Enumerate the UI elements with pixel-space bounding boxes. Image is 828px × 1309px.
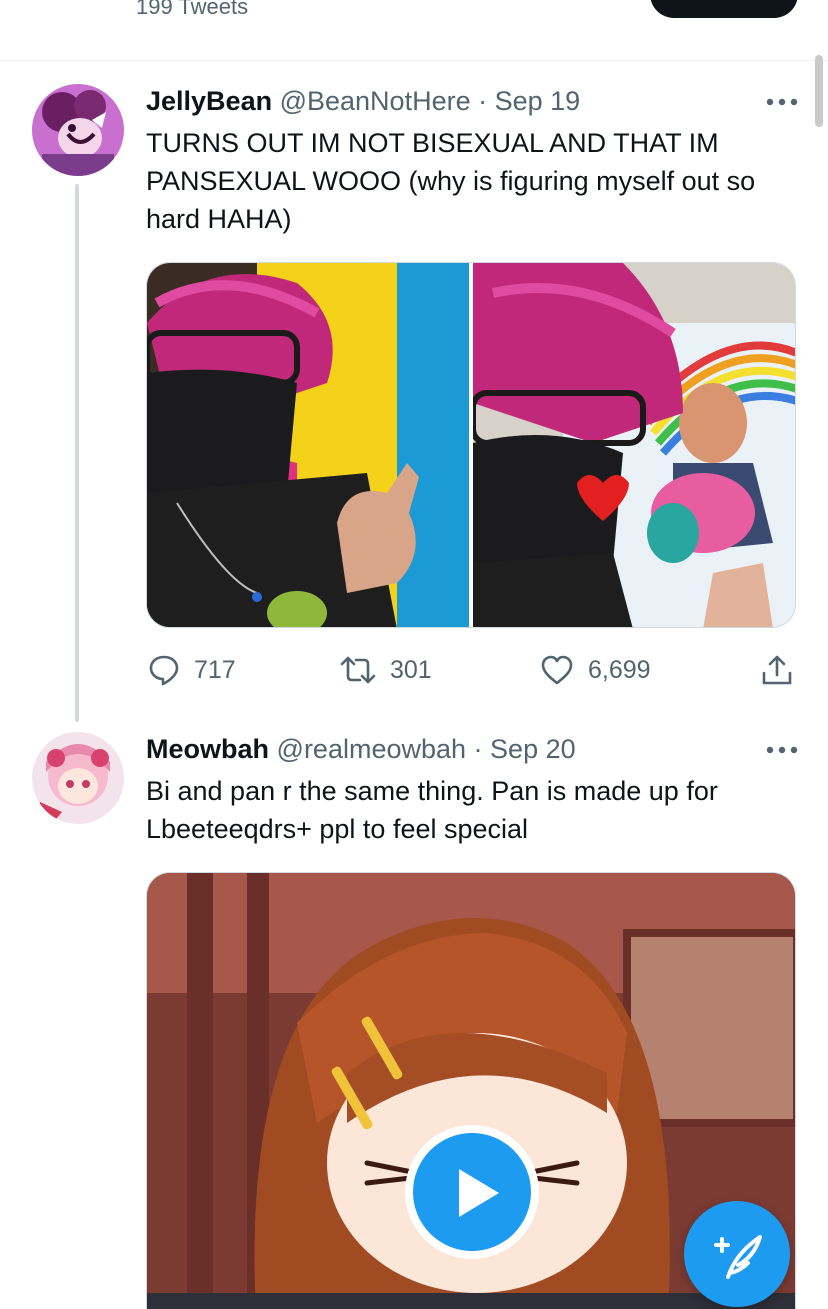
play-icon xyxy=(413,1133,531,1251)
share-icon xyxy=(762,655,792,685)
tweet-photo[interactable] xyxy=(147,263,469,627)
scrollbar[interactable] xyxy=(815,55,823,127)
like-count: 6,699 xyxy=(588,655,651,684)
more-icon[interactable] xyxy=(762,92,802,112)
reply-button[interactable]: 717 xyxy=(148,650,236,690)
tweet-date[interactable]: Sep 19 xyxy=(495,86,581,116)
retweet-icon xyxy=(340,656,376,684)
tweet-count: 199 Tweets xyxy=(136,0,249,19)
tweet-text: TURNS OUT IM NOT BISEXUAL AND THAT IM PA… xyxy=(146,128,756,234)
compose-tweet-button[interactable] xyxy=(684,1201,790,1307)
avatar[interactable] xyxy=(32,732,124,824)
author-name[interactable]: Meowbah xyxy=(146,734,269,764)
author-name[interactable]: JellyBean xyxy=(146,86,272,116)
separator-dot: · xyxy=(470,86,495,116)
divider xyxy=(0,60,828,61)
avatar[interactable] xyxy=(32,84,124,176)
share-button[interactable] xyxy=(760,650,808,690)
author-handle[interactable]: @BeanNotHere xyxy=(280,86,471,116)
tweet-header: JellyBean @BeanNotHere · Sep 19 xyxy=(146,86,580,117)
like-button[interactable]: 6,699 xyxy=(540,650,651,690)
thread-line xyxy=(75,184,79,722)
tweet-media[interactable] xyxy=(146,262,796,628)
author-handle[interactable]: @realmeowbah xyxy=(277,734,467,764)
retweet-button[interactable]: 301 xyxy=(340,650,432,690)
profile-header: 199 Tweets xyxy=(0,0,828,60)
heart-icon xyxy=(541,655,573,685)
reply-icon xyxy=(149,655,179,686)
play-button[interactable] xyxy=(405,1125,539,1259)
more-icon[interactable] xyxy=(762,740,802,760)
tweet-date[interactable]: Sep 20 xyxy=(490,734,576,764)
tweet-text: Bi and pan r the same thing. Pan is made… xyxy=(146,776,718,844)
separator-dot: · xyxy=(466,734,491,764)
compose-tweet-icon xyxy=(714,1235,762,1279)
profile-action-button[interactable] xyxy=(650,0,798,18)
retweet-count: 301 xyxy=(390,655,432,684)
reply-count: 717 xyxy=(194,655,236,684)
tweet-header: Meowbah @realmeowbah · Sep 20 xyxy=(146,734,576,765)
tweet-photo[interactable] xyxy=(473,263,795,627)
